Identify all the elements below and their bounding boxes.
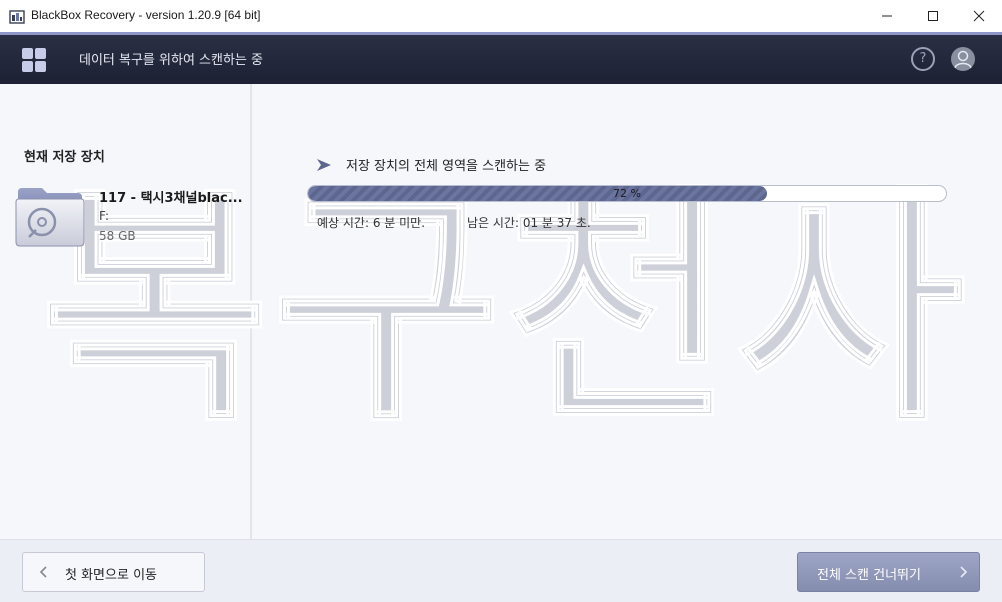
progress-label: 72 %	[613, 187, 641, 200]
play-arrow-icon	[317, 159, 331, 171]
chevron-right-icon	[960, 566, 968, 578]
skip-full-scan-button[interactable]: 전체 스캔 건너뛰기	[797, 552, 980, 592]
app-header: 데이터 복구를 위하여 스캔하는 중 ?	[0, 32, 1002, 84]
footer-bar: 첫 화면으로 이동 전체 스캔 건너뛰기	[0, 539, 1002, 602]
right-panel	[254, 84, 1002, 539]
app-icon	[9, 10, 25, 24]
drive-letter: F:	[99, 209, 110, 223]
current-device-label: 현재 저장 장치	[24, 150, 105, 165]
scan-progress-bar: 72 %	[307, 185, 947, 202]
maximize-icon	[928, 11, 938, 21]
close-icon	[973, 10, 985, 22]
estimated-time: 예상 시간: 6 분 미만.	[317, 216, 426, 230]
grid-menu-icon[interactable]	[22, 48, 46, 72]
user-avatar-icon[interactable]	[951, 47, 975, 71]
window-title: BlackBox Recovery - version 1.20.9 [64 b…	[31, 8, 261, 22]
close-button[interactable]	[956, 0, 1002, 32]
title-bar: BlackBox Recovery - version 1.20.9 [64 b…	[0, 0, 1002, 32]
maximize-button[interactable]	[910, 0, 956, 32]
minimize-icon	[882, 15, 892, 17]
scan-status-title: 저장 장치의 전체 영역을 스캔하는 중	[346, 159, 547, 174]
drive-size: 58 GB	[99, 229, 136, 243]
remaining-time: 남은 시간: 01 분 37 초.	[467, 216, 591, 230]
back-to-home-button[interactable]: 첫 화면으로 이동	[22, 552, 205, 592]
drive-name: 117 - 택시3채널blac...	[99, 191, 243, 206]
help-icon[interactable]: ?	[911, 47, 935, 71]
minimize-button[interactable]	[864, 0, 910, 32]
chevron-left-icon	[39, 566, 47, 578]
header-title: 데이터 복구를 위하여 스캔하는 중	[79, 53, 263, 68]
back-button-label: 첫 화면으로 이동	[65, 568, 157, 583]
skip-button-label: 전체 스캔 건너뛰기	[817, 568, 921, 583]
drive-folder-icon	[15, 188, 85, 247]
